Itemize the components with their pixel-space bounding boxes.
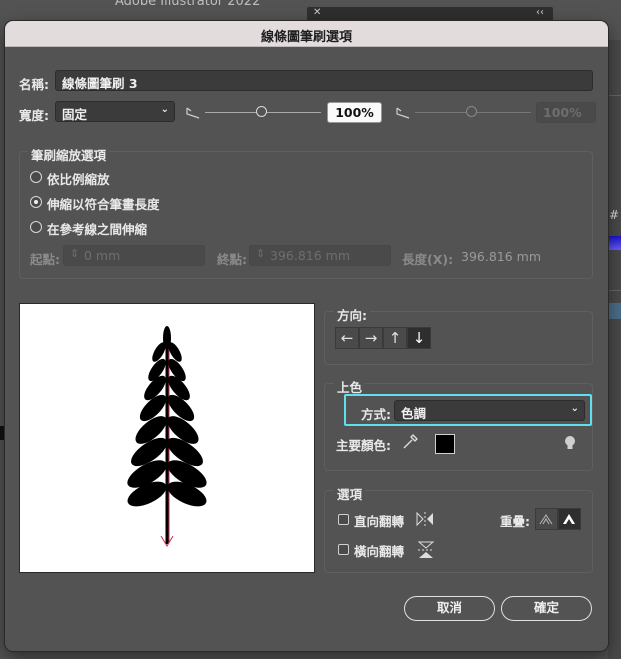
overlap-corners-icon bbox=[539, 514, 553, 525]
cancel-button[interactable]: 取消 bbox=[404, 596, 495, 621]
direction-left-button[interactable]: ← bbox=[335, 327, 359, 349]
end-value: 396.816 mm bbox=[270, 248, 351, 263]
flip-across-label: 橫向翻轉 bbox=[354, 544, 405, 559]
variation-slider-thumb[interactable] bbox=[466, 106, 477, 117]
name-label: 名稱: bbox=[19, 77, 49, 92]
length-value: 396.816 mm bbox=[461, 249, 542, 264]
radio-stretch[interactable] bbox=[30, 196, 42, 208]
flip-along-label: 直向翻轉 bbox=[354, 514, 405, 529]
panel-divider bbox=[608, 95, 621, 96]
panel-tab-bar bbox=[307, 7, 553, 21]
flip-across-icon bbox=[417, 541, 435, 558]
stepper-icon[interactable]: ⇕ bbox=[70, 247, 79, 260]
direction-down-button[interactable]: ↓ bbox=[407, 327, 431, 349]
overlap-avoid-button[interactable] bbox=[558, 508, 581, 530]
end-label: 終點: bbox=[217, 252, 247, 267]
thin-stroke-icon bbox=[186, 107, 200, 119]
panel-collapse-icon[interactable]: ‹‹ bbox=[536, 7, 544, 18]
width-mode-value: 固定 bbox=[62, 107, 88, 122]
stepper-icon[interactable]: ⇕ bbox=[256, 247, 265, 260]
flip-along-checkbox[interactable] bbox=[338, 514, 349, 525]
selected-panel-row[interactable] bbox=[609, 303, 621, 319]
flip-along-icon bbox=[416, 511, 433, 527]
right-panel-strip bbox=[608, 40, 621, 659]
overlap-adjust-corners-button[interactable] bbox=[535, 508, 558, 530]
method-select[interactable]: 色調 ⌄ bbox=[394, 400, 585, 421]
key-color-label: 主要顏色: bbox=[336, 438, 391, 453]
method-label: 方式: bbox=[361, 407, 391, 422]
start-input[interactable]: ⇕ 0 mm bbox=[63, 245, 205, 266]
app-title: Adobe Illustrator 2022 bbox=[115, 0, 261, 9]
width-mode-select[interactable]: 固定 ⌄ bbox=[55, 101, 175, 122]
overlap-avoid-icon bbox=[563, 514, 575, 524]
key-color-swatch[interactable] bbox=[435, 434, 455, 454]
name-input[interactable]: 線條圖筆刷 3 bbox=[55, 70, 593, 91]
start-label: 起點: bbox=[30, 252, 60, 267]
scale-options-title: 筆刷縮放選項 bbox=[28, 145, 110, 164]
brush-preview bbox=[19, 303, 315, 573]
direction-up-button[interactable]: ↑ bbox=[383, 327, 407, 349]
chevron-down-icon: ⌄ bbox=[160, 104, 169, 115]
panel-close-icon[interactable]: ✕ bbox=[313, 7, 321, 18]
options-title: 選項 bbox=[334, 484, 366, 503]
radio-proportional-label: 依比例縮放 bbox=[47, 172, 110, 187]
hash-icon: # bbox=[609, 208, 620, 222]
length-label: 長度(X): bbox=[402, 252, 454, 267]
start-value: 0 mm bbox=[84, 248, 121, 263]
width-slider-thumb[interactable] bbox=[256, 106, 267, 117]
eyedropper-icon[interactable] bbox=[401, 433, 419, 451]
chevron-down-icon: ⌄ bbox=[570, 403, 579, 414]
panel-divider bbox=[608, 290, 621, 291]
direction-right-button[interactable]: → bbox=[359, 327, 383, 349]
fern-brush-artwork bbox=[127, 326, 207, 547]
width-label: 寬度: bbox=[19, 108, 49, 123]
flip-across-checkbox[interactable] bbox=[338, 544, 349, 555]
variation-percent-input[interactable]: 100% bbox=[536, 102, 596, 123]
lightbulb-icon[interactable] bbox=[563, 434, 577, 452]
radio-proportional[interactable] bbox=[30, 171, 42, 183]
thin-stroke-icon bbox=[396, 107, 410, 119]
method-value: 色調 bbox=[401, 406, 427, 421]
end-input[interactable]: ⇕ 396.816 mm bbox=[249, 245, 391, 266]
radio-guides-label: 在參考線之間伸縮 bbox=[47, 222, 148, 237]
dialog-title: 線條圖筆刷選項 bbox=[260, 30, 352, 45]
overlap-label: 重疊: bbox=[500, 514, 530, 529]
gradient-swatch[interactable] bbox=[609, 236, 621, 250]
width-percent-input[interactable]: 100% bbox=[327, 102, 382, 123]
art-brush-options-dialog: 線條圖筆刷選項 名稱: 線條圖筆刷 3 寬度: 固定 ⌄ 100% 100% 筆… bbox=[5, 21, 608, 651]
radio-guides[interactable] bbox=[30, 221, 42, 233]
radio-stretch-label: 伸縮以符合筆畫長度 bbox=[47, 197, 160, 212]
direction-title: 方向: bbox=[334, 305, 370, 324]
ok-button[interactable]: 確定 bbox=[501, 596, 592, 621]
